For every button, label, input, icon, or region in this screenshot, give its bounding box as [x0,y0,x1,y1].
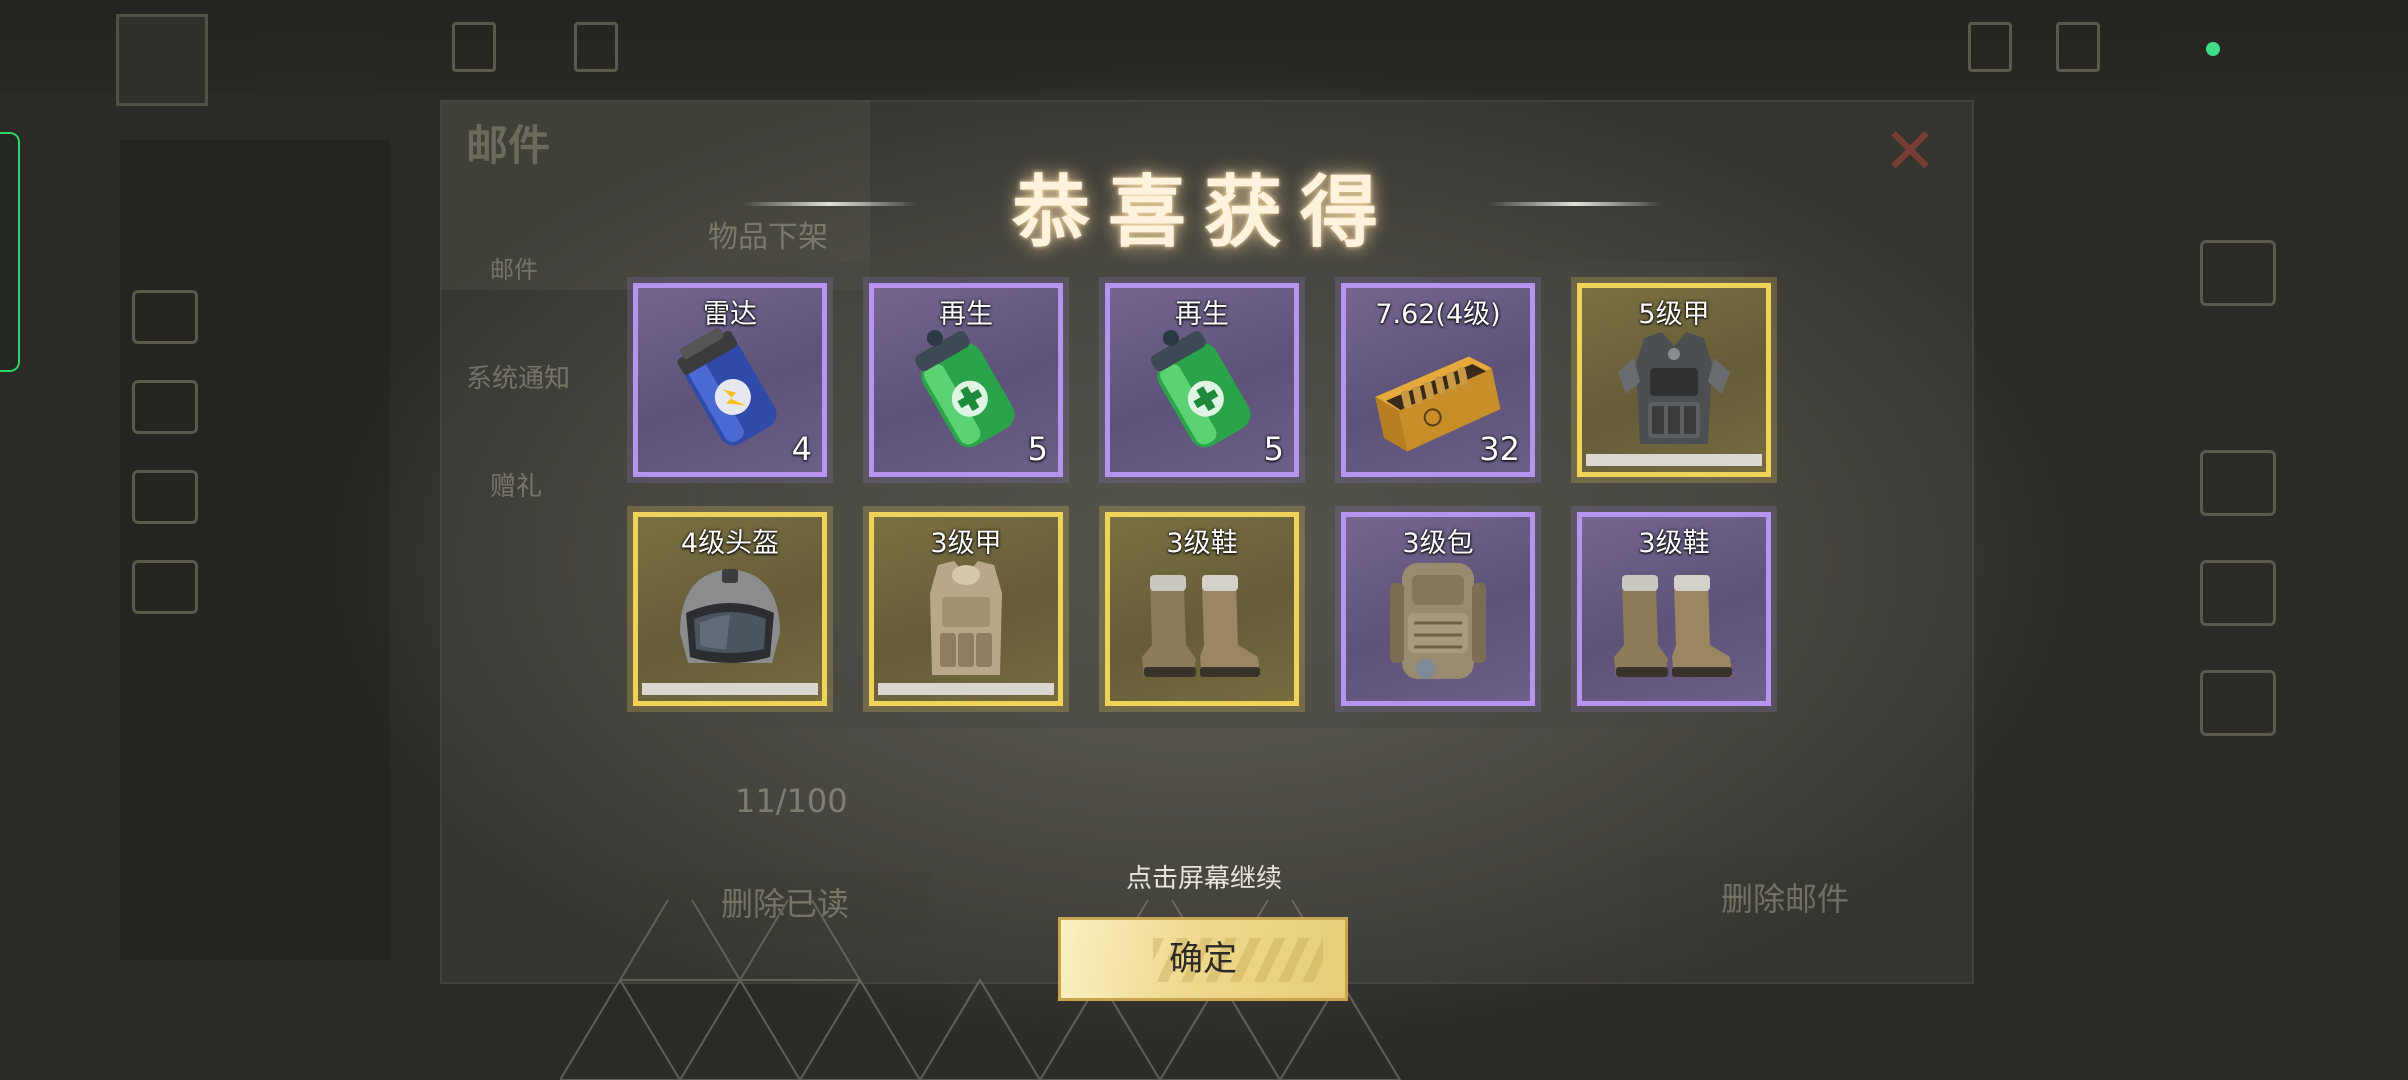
right-menu-icon [2200,240,2276,306]
durability-fill [878,683,1054,695]
gift-icon [132,560,198,614]
reward-slot[interactable]: 3级鞋 [1105,512,1299,706]
top-bar [0,0,2408,92]
reward-slot[interactable]: 雷达 4 [633,283,827,477]
reward-name: 3级鞋 [1638,528,1710,559]
boots-icon [1142,575,1260,677]
durability-fill [642,683,818,695]
reward-slot[interactable]: 4级头盔 [633,512,827,706]
side-menu [120,140,390,960]
regen-canister-icon [1150,330,1251,448]
title-divider-right [1488,202,1663,206]
reward-title: 恭喜获得 [1011,168,1396,258]
reward-slot[interactable]: 3级鞋 [1577,512,1771,706]
reward-name: 5级甲 [1638,299,1710,330]
reward-name: 3级包 [1402,528,1474,559]
reward-slot[interactable]: 3级包 [1341,512,1535,706]
reward-name: 4级头盔 [680,528,780,559]
radar-grenade-icon [677,327,777,446]
right-list-icon [2200,670,2276,736]
regen-canister-icon [914,330,1015,448]
reward-name: 再生 [939,299,993,330]
reward-slot[interactable]: 5级甲 [1577,283,1771,477]
close-icon: ✕ [1883,115,1937,189]
reward-name: 3级鞋 [1166,528,1238,559]
durability-bar [642,683,818,695]
mail-counter: 11/100 [735,782,848,820]
game-screen[interactable]: 邮件 邮件 物品下架 系统通知 赠礼 11/100 删除已读 删除邮件 ✕ 恭喜… [0,0,2408,1080]
right-chevron-icon [2200,560,2276,626]
armor-vest-icon [930,561,1002,675]
calendar-icon [452,22,496,72]
confirm-button-label: 确定 [1169,939,1237,979]
reward-name: 7.62(4级) [1375,299,1501,330]
reward-count: 5 [1027,430,1048,468]
avatar [116,14,208,106]
system-notice-tab: 系统通知 [466,364,571,394]
mail-item-offshelf: 物品下架 [708,220,828,255]
reward-count: 4 [791,430,812,468]
durability-fill [1586,454,1762,466]
reward-name: 雷达 [703,299,757,330]
mail-title: 邮件 [466,121,551,170]
reward-slot[interactable]: 再生 5 [1105,283,1299,477]
download-icon [1968,22,2012,72]
reward-slot[interactable]: 再生 5 [869,283,1063,477]
right-shield-icon [2200,450,2276,516]
durability-bar [878,683,1054,695]
armor-vest-icon [1618,332,1730,444]
stats-icon [132,380,198,434]
reward-count: 32 [1479,430,1520,468]
reward-name: 3级甲 [930,528,1002,559]
side-tab-handle[interactable] [0,132,20,372]
boots-icon [1614,575,1732,677]
tap-to-continue-hint: 点击屏幕继续 [1125,864,1282,894]
reward-name: 再生 [1175,299,1229,330]
helmet-icon [680,569,780,663]
reward-slot[interactable]: 7.62(4级) 32 [1341,283,1535,477]
mail-tab: 邮件 [490,256,538,284]
delete-mail-button: 删除邮件 [1640,856,1930,942]
character-icon [574,22,618,72]
skill-icon [132,470,198,524]
status-indicator [2206,42,2220,56]
backpack-icon [1390,563,1486,679]
shield-icon [2056,22,2100,72]
gift-tab: 赠礼 [490,472,543,502]
reward-slot[interactable]: 3级甲 [869,512,1063,706]
title-divider-left [742,202,917,206]
reward-count: 5 [1263,430,1284,468]
menu-icon [132,290,198,344]
confirm-button[interactable]: 确定 [1058,917,1348,1001]
durability-bar [1586,454,1762,466]
